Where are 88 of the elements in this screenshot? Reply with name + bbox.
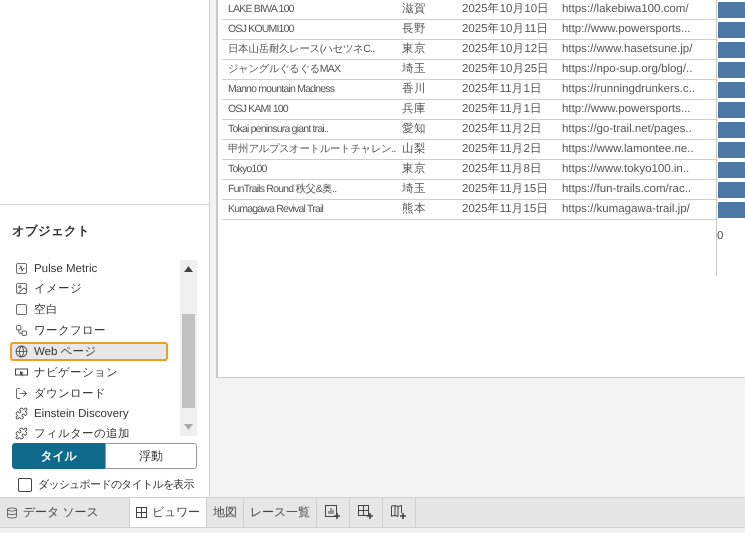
layout-toggle-button[interactable]: タイル (12, 443, 104, 469)
date-cell: 2025年11月2日 (462, 140, 562, 160)
prefecture-cell: 東京 (402, 160, 462, 180)
date-cell: 2025年11月8日 (462, 160, 562, 180)
bar (718, 42, 745, 58)
race-name-cell: Kumagawa Revival Trail (222, 200, 402, 220)
puzzle-icon (15, 427, 28, 440)
bar (718, 62, 745, 78)
prefecture-cell: 熊本 (402, 200, 462, 220)
url-cell: https://kumagawa-trail.jp/ (562, 200, 716, 220)
race-name-cell: 日本山岳耐久レース(ハセツネC.. (222, 40, 402, 60)
square-icon (15, 303, 28, 316)
date-cell: 2025年10月12日 (462, 40, 562, 60)
bar (718, 142, 745, 158)
date-cell: 2025年11月15日 (462, 180, 562, 200)
prefecture-cell: 香川 (402, 80, 462, 100)
scroll-up-icon[interactable] (184, 266, 193, 272)
bar (718, 122, 745, 138)
new-story-icon (391, 505, 407, 520)
prefecture-cell: 埼玉 (402, 180, 462, 200)
date-cell: 2025年11月1日 (462, 80, 562, 100)
url-cell: https://go-trail.net/pages.. (562, 120, 716, 140)
date-cell: 2025年11月2日 (462, 120, 562, 140)
pulse-icon (15, 262, 28, 275)
bar (718, 162, 745, 178)
url-cell: http://www.powersports... (562, 20, 716, 40)
date-cell: 2025年10月10日 (462, 0, 562, 20)
race-name-cell: FunTrails Round 秩父&奥.. (222, 180, 402, 200)
object-item[interactable]: ワークフロー (10, 321, 168, 340)
date-cell: 2025年11月1日 (462, 100, 562, 120)
prefecture-cell: 長野 (402, 20, 462, 40)
race-name-cell: ジャングルぐるぐるMAX (222, 60, 402, 80)
grid-icon (136, 507, 147, 518)
bar (718, 82, 745, 98)
race-name-cell: Manno mountain Madness (222, 80, 402, 100)
race-name-cell: Tokyo100 (222, 160, 402, 180)
race-name-cell: OSJ KAMI 100 (222, 100, 402, 120)
image-icon (15, 282, 28, 295)
url-cell: https://runningdrunkers.c.. (562, 80, 716, 100)
checkbox-label: ダッシュボードのタイトルを表示 (38, 478, 194, 492)
prefecture-cell: 滋賀 (402, 0, 462, 20)
layout-toggle-button[interactable]: 浮動 (104, 443, 197, 469)
bar (718, 2, 745, 18)
object-item[interactable]: 空白 (10, 300, 168, 319)
new-dashboard-icon (358, 505, 374, 520)
race-name-cell: OSJ KOUMI100 (222, 20, 402, 40)
bar (718, 22, 745, 38)
panel-title: オブジェクト (12, 223, 91, 240)
race-name-cell: 甲州アルプスオートルートチャレン.. (222, 140, 402, 160)
date-cell: 2025年11月15日 (462, 200, 562, 220)
object-item[interactable]: フィルターの追加 (10, 424, 168, 443)
bar (718, 102, 745, 118)
url-cell: https://npo-sup.org/blog/.. (562, 60, 716, 80)
exit-icon (15, 387, 28, 400)
date-cell: 2025年10月11日 (462, 20, 562, 40)
object-item[interactable]: Web ページ (10, 342, 168, 361)
sheet-tab[interactable]: ビュワー (130, 498, 207, 527)
object-item[interactable]: イメージ (10, 279, 168, 298)
prefecture-cell: 埼玉 (402, 60, 462, 80)
bar (718, 202, 745, 218)
prefecture-cell: 兵庫 (402, 100, 462, 120)
bar (718, 182, 745, 198)
date-cell: 2025年10月25日 (462, 60, 562, 80)
axis-label: 0 (717, 230, 724, 242)
prefecture-cell: 愛知 (402, 120, 462, 140)
object-item[interactable]: ナビゲーション (10, 363, 168, 382)
checkbox[interactable] (18, 478, 32, 492)
object-item[interactable]: Einstein Discovery (10, 405, 168, 422)
race-name-cell: LAKE BIWA 100 (222, 0, 402, 20)
scrollbar[interactable] (180, 260, 197, 436)
race-name-cell: Tokai peninsura giant trai.. (222, 120, 402, 140)
url-cell: http://www.powersports... (562, 100, 716, 120)
puzzle-icon (15, 407, 28, 420)
globe-icon (15, 345, 28, 358)
url-cell: https://fun-trails.com/rac.. (562, 180, 716, 200)
object-item[interactable]: Pulse Metric (10, 260, 168, 277)
url-cell: https://lakebiwa100.com/ (562, 0, 716, 20)
database-icon (6, 506, 18, 518)
workflow-icon (15, 324, 28, 337)
scrollbar-thumb[interactable] (182, 314, 195, 408)
prefecture-cell: 東京 (402, 40, 462, 60)
url-cell: https://www.hasetsune.jp/ (562, 40, 716, 60)
object-item[interactable]: ダウンロード (10, 384, 168, 403)
new-worksheet-icon (325, 505, 341, 520)
url-cell: https://www.tokyo100.in.. (562, 160, 716, 180)
url-cell: https://www.lamontee.ne.. (562, 140, 716, 160)
cursor-icon (15, 366, 28, 379)
prefecture-cell: 山梨 (402, 140, 462, 160)
